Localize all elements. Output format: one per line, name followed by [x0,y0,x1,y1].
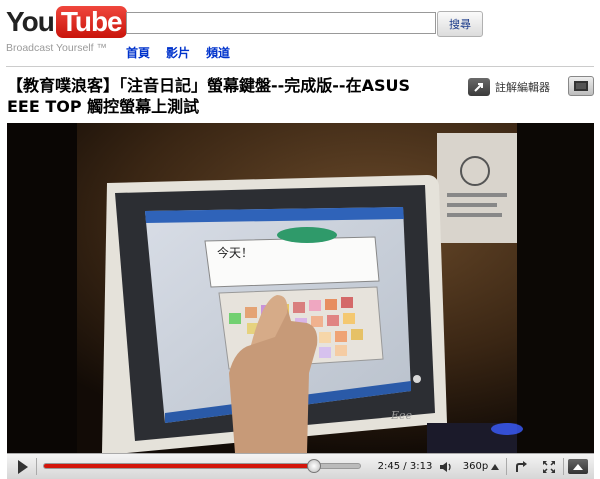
video-player[interactable]: 今天！ Eee [7,123,594,453]
nav-home[interactable]: 首頁 [126,44,150,61]
control-separator [36,458,37,475]
annotations-editor-label: 註解編輯器 [495,80,550,94]
header-divider [6,66,594,67]
player-menu-button[interactable] [565,454,591,479]
popout-icon [516,460,527,472]
popout-button[interactable] [510,454,534,479]
time-display: 2:45 / 3:13 [377,461,433,472]
search-input[interactable] [126,12,436,34]
monitor-brand: Eee [390,409,413,422]
volume-button[interactable] [435,454,457,479]
progress-fill [44,464,315,468]
video-frame: 今天！ Eee [7,123,594,453]
youtube-logo[interactable]: You Tube Broadcast Yourself ™ [6,6,127,58]
screen-text: 今天！ [217,245,253,260]
progress-scrubber[interactable] [307,459,322,473]
annotations-editor-button[interactable]: 註解編輯器 [468,77,562,96]
control-separator [563,458,564,475]
top-nav: 首頁 影片 頻道 [126,44,230,61]
logo-tagline: Broadcast Yourself ™ [6,42,107,54]
fullscreen-button[interactable] [537,454,561,479]
progress-bar[interactable] [43,459,361,473]
fullscreen-icon [543,460,555,473]
video-title: 【教育噗浪客】「注音日記」螢幕鍵盤--完成版--在ASUS EEE TOP 觸控… [7,76,410,116]
quality-label: 360p [462,461,489,472]
annotations-icon [468,77,490,96]
player-controls: 2:45 / 3:13 360p [7,453,594,479]
control-separator [506,458,507,475]
play-icon [17,459,28,474]
quality-up-icon [491,463,500,470]
nav-videos[interactable]: 影片 [166,44,190,61]
volume-icon [440,461,451,472]
screen-size-icon [574,81,588,91]
nav-channels[interactable]: 頻道 [206,44,230,61]
play-button[interactable] [7,454,35,479]
logo-you-text: You [6,6,55,37]
search-button[interactable]: 搜尋 [437,11,483,37]
screen-size-button[interactable] [568,76,594,96]
logo-tube-text: Tube [55,6,127,38]
quality-selector[interactable]: 360p [459,454,503,479]
menu-icon [568,459,588,474]
